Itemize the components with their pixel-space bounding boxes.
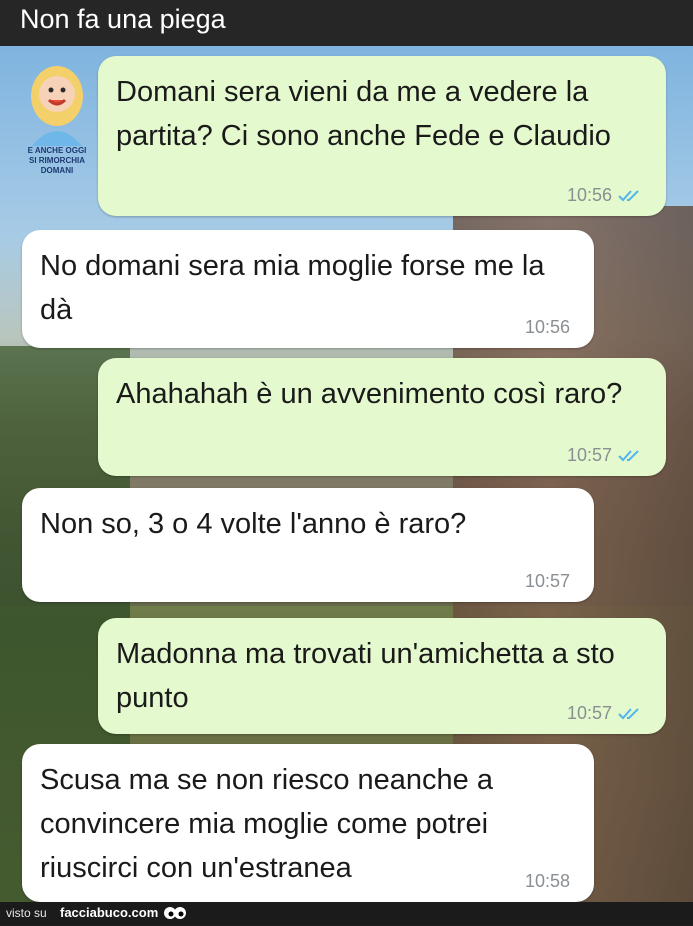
message-time: 10:56 bbox=[524, 317, 570, 337]
eyes-logo-icon bbox=[163, 905, 187, 926]
avatar: E anche oggi si rimorchia domani bbox=[14, 56, 100, 182]
message-text: No domani sera mia moglie forse me la dà bbox=[40, 250, 545, 326]
message-meta: 10:56 bbox=[525, 317, 570, 338]
double-check-icon bbox=[618, 449, 642, 463]
message-meta: 10:57 bbox=[525, 571, 570, 592]
avatar-caption: E anche oggi si rimorchia domani bbox=[14, 146, 100, 176]
chat-area[interactable]: E anche oggi si rimorchia domani Domani … bbox=[0, 46, 693, 902]
message-time: 10:57 bbox=[566, 703, 612, 723]
message-meta: 10:56 bbox=[567, 185, 642, 206]
message-outgoing[interactable]: Ahahahah è un avvenimento così raro? 10:… bbox=[98, 358, 666, 476]
message-meta: 10:57 bbox=[567, 445, 642, 466]
message-time: 10:58 bbox=[524, 871, 570, 891]
message-outgoing[interactable]: Madonna ma trovati un'amichetta a sto pu… bbox=[98, 618, 666, 734]
message-incoming[interactable]: Scusa ma se non riesco neanche a convinc… bbox=[22, 744, 594, 902]
message-meta: 10:58 bbox=[525, 871, 570, 892]
double-check-icon bbox=[618, 707, 642, 721]
watermark-bar: visto su facciabuco.com bbox=[0, 902, 693, 925]
site-link[interactable]: facciabuco.com bbox=[60, 905, 158, 920]
message-incoming[interactable]: Non so, 3 o 4 volte l'anno è raro? 10:57 bbox=[22, 488, 594, 602]
avatar-caption-line2: si rimorchia domani bbox=[29, 156, 85, 175]
message-time: 10:56 bbox=[566, 185, 612, 205]
visto-su-label: visto su bbox=[6, 906, 47, 920]
message-time: 10:57 bbox=[566, 445, 612, 465]
message-meta: 10:57 bbox=[567, 703, 642, 724]
message-text: Madonna ma trovati un'amichetta a sto pu… bbox=[116, 638, 615, 714]
message-outgoing[interactable]: Domani sera vieni da me a vedere la part… bbox=[98, 56, 666, 216]
message-text: Ahahahah è un avvenimento così raro? bbox=[116, 378, 623, 410]
cartoon-woman-icon bbox=[31, 66, 83, 146]
message-time: 10:57 bbox=[524, 571, 570, 591]
title-bar: Non fa una piega bbox=[0, 0, 693, 46]
message-text: Domani sera vieni da me a vedere la part… bbox=[116, 76, 611, 152]
message-incoming[interactable]: No domani sera mia moglie forse me la dà… bbox=[22, 230, 594, 348]
message-text: Scusa ma se non riesco neanche a convinc… bbox=[40, 764, 493, 884]
avatar-caption-line1: E anche oggi bbox=[27, 146, 87, 155]
double-check-icon bbox=[618, 189, 642, 203]
page-title: Non fa una piega bbox=[20, 4, 226, 34]
message-text: Non so, 3 o 4 volte l'anno è raro? bbox=[40, 508, 467, 540]
